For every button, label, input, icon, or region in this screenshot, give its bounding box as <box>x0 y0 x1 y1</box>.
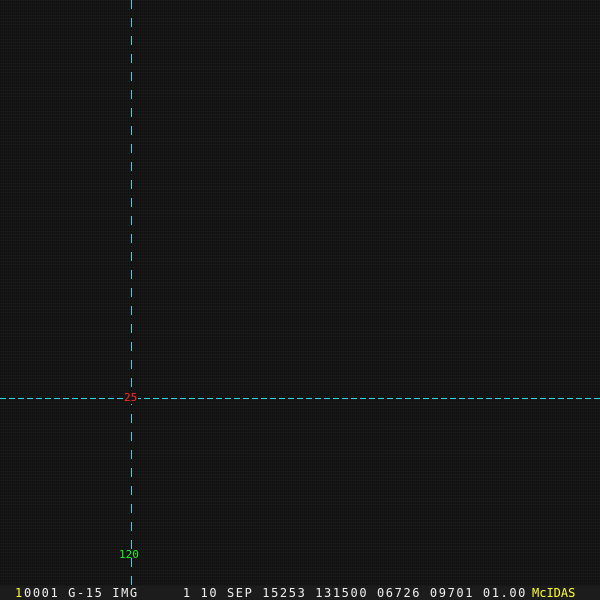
status-bar: 1 0001 G-15 IMG 1 10 SEP 15253 131500 06… <box>0 586 600 600</box>
satellite-image-frame[interactable]: 25 120 1 0001 G-15 IMG 1 10 SEP 15253 13… <box>0 0 600 600</box>
longitude-grid-line <box>131 0 132 586</box>
latitude-label: 25 <box>123 391 139 404</box>
latitude-grid-line <box>0 398 600 399</box>
satellite-image[interactable]: 25 120 <box>0 0 600 586</box>
longitude-label: 120 <box>119 548 139 561</box>
mcidas-brand: McIDAS <box>532 586 576 600</box>
image-info: 0001 G-15 IMG 1 10 SEP 15253 131500 0672… <box>24 586 528 600</box>
frame-number: 1 <box>15 586 23 600</box>
